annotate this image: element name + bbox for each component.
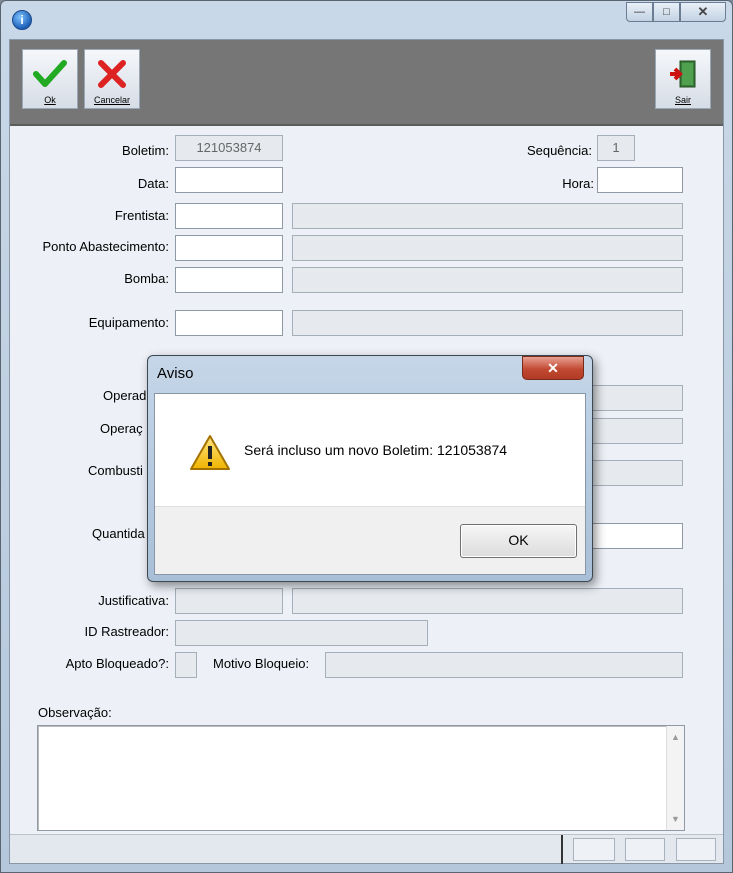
quantidade-label: Quantida — [92, 526, 145, 541]
dialog-close-button[interactable]: ✕ — [522, 356, 584, 380]
apto-bloqueado-label: Apto Bloqueado?: — [65, 656, 169, 671]
equipamento-name-field — [292, 310, 683, 336]
exit-toolbar-label: Sair — [674, 95, 691, 105]
ok-toolbar-button[interactable]: Ok — [22, 49, 78, 109]
dialog-body: Será incluso um novo Boletim: 121053874 … — [154, 393, 586, 575]
status-panel-2 — [625, 838, 665, 861]
combustivel-label: Combusti — [88, 463, 143, 478]
apto-bloqueado-field[interactable] — [175, 652, 197, 678]
observacao-label: Observação: — [38, 705, 112, 720]
maximize-icon: □ — [663, 6, 670, 18]
hora-field[interactable] — [597, 167, 683, 193]
justificativa-field[interactable] — [175, 588, 283, 614]
equipamento-field[interactable] — [175, 310, 283, 336]
id-rastreador-label: ID Rastreador: — [84, 624, 169, 639]
scroll-down-icon[interactable]: ▼ — [671, 814, 680, 824]
operador-label: Operad — [103, 388, 147, 403]
dialog-message: Será incluso um novo Boletim: 121053874 — [244, 442, 508, 458]
exit-door-icon — [670, 60, 696, 88]
check-icon — [33, 60, 67, 87]
ponto-name-field — [292, 235, 683, 261]
status-bar — [10, 834, 723, 864]
data-label: Data: — [137, 176, 169, 191]
ponto-label: Ponto Abastecimento: — [42, 239, 169, 254]
operacao-label: Operaç — [100, 421, 143, 436]
hora-label: Hora: — [562, 176, 594, 191]
minimize-button[interactable]: — — [626, 2, 653, 22]
frentista-field[interactable] — [175, 203, 283, 229]
aviso-dialog: Aviso ✕ Será incluso um novo Boletim: 12… — [147, 355, 593, 582]
operacao-name-field — [592, 418, 683, 444]
motivo-bloqueio-field[interactable] — [325, 652, 683, 678]
ok-button[interactable]: OK — [460, 524, 577, 558]
close-icon: ✕ — [697, 4, 709, 19]
boletim-field[interactable]: 121053874 — [175, 135, 283, 161]
close-window-button[interactable]: ✕ — [680, 2, 726, 22]
motivo-bloqueio-label: Motivo Bloqueio: — [213, 656, 310, 671]
cancel-toolbar-button[interactable]: Cancelar — [84, 49, 140, 109]
memo-scrollbar[interactable]: ▲ ▼ — [666, 726, 684, 830]
equipamento-label: Equipamento: — [88, 315, 169, 330]
id-rastreador-field[interactable] — [175, 620, 428, 646]
title-bar: i — □ ✕ — [1, 1, 732, 33]
cancel-toolbar-label: Cancelar — [93, 95, 131, 105]
status-panel-1 — [573, 838, 615, 861]
bomba-name-field — [292, 267, 683, 293]
exit-toolbar-button[interactable]: Sair — [655, 49, 711, 109]
sequencia-label: Sequência: — [526, 143, 592, 158]
status-separator — [561, 835, 563, 864]
dialog-title: Aviso — [157, 365, 194, 382]
bomba-field[interactable] — [175, 267, 283, 293]
justificativa-name-field — [292, 588, 683, 614]
warning-icon — [190, 435, 230, 470]
quantidade-field[interactable] — [592, 523, 683, 549]
x-icon — [98, 60, 126, 88]
combustivel-name-field — [592, 460, 683, 486]
minimize-icon: — — [634, 6, 645, 18]
frentista-name-field — [292, 203, 683, 229]
ponto-field[interactable] — [175, 235, 283, 261]
maximize-button[interactable]: □ — [653, 2, 680, 22]
justificativa-label: Justificativa: — [98, 593, 169, 608]
scroll-up-icon[interactable]: ▲ — [671, 732, 680, 742]
data-field[interactable] — [175, 167, 283, 193]
toolbar: Ok Cancelar Sair — [10, 40, 723, 126]
window-controls: — □ ✕ — [626, 2, 726, 22]
sequencia-field[interactable]: 1 — [597, 135, 635, 161]
status-panel-3 — [676, 838, 716, 861]
observacao-memo[interactable]: ▲ ▼ — [37, 725, 685, 831]
close-icon: ✕ — [547, 359, 559, 376]
ok-toolbar-label: Ok — [44, 95, 56, 105]
frentista-label: Frentista: — [114, 208, 169, 223]
bomba-label: Bomba: — [124, 271, 169, 286]
dialog-footer: OK — [155, 506, 585, 574]
app-icon[interactable]: i — [12, 10, 32, 30]
boletim-label: Boletim: — [122, 143, 169, 158]
operador-name-field — [592, 385, 683, 411]
